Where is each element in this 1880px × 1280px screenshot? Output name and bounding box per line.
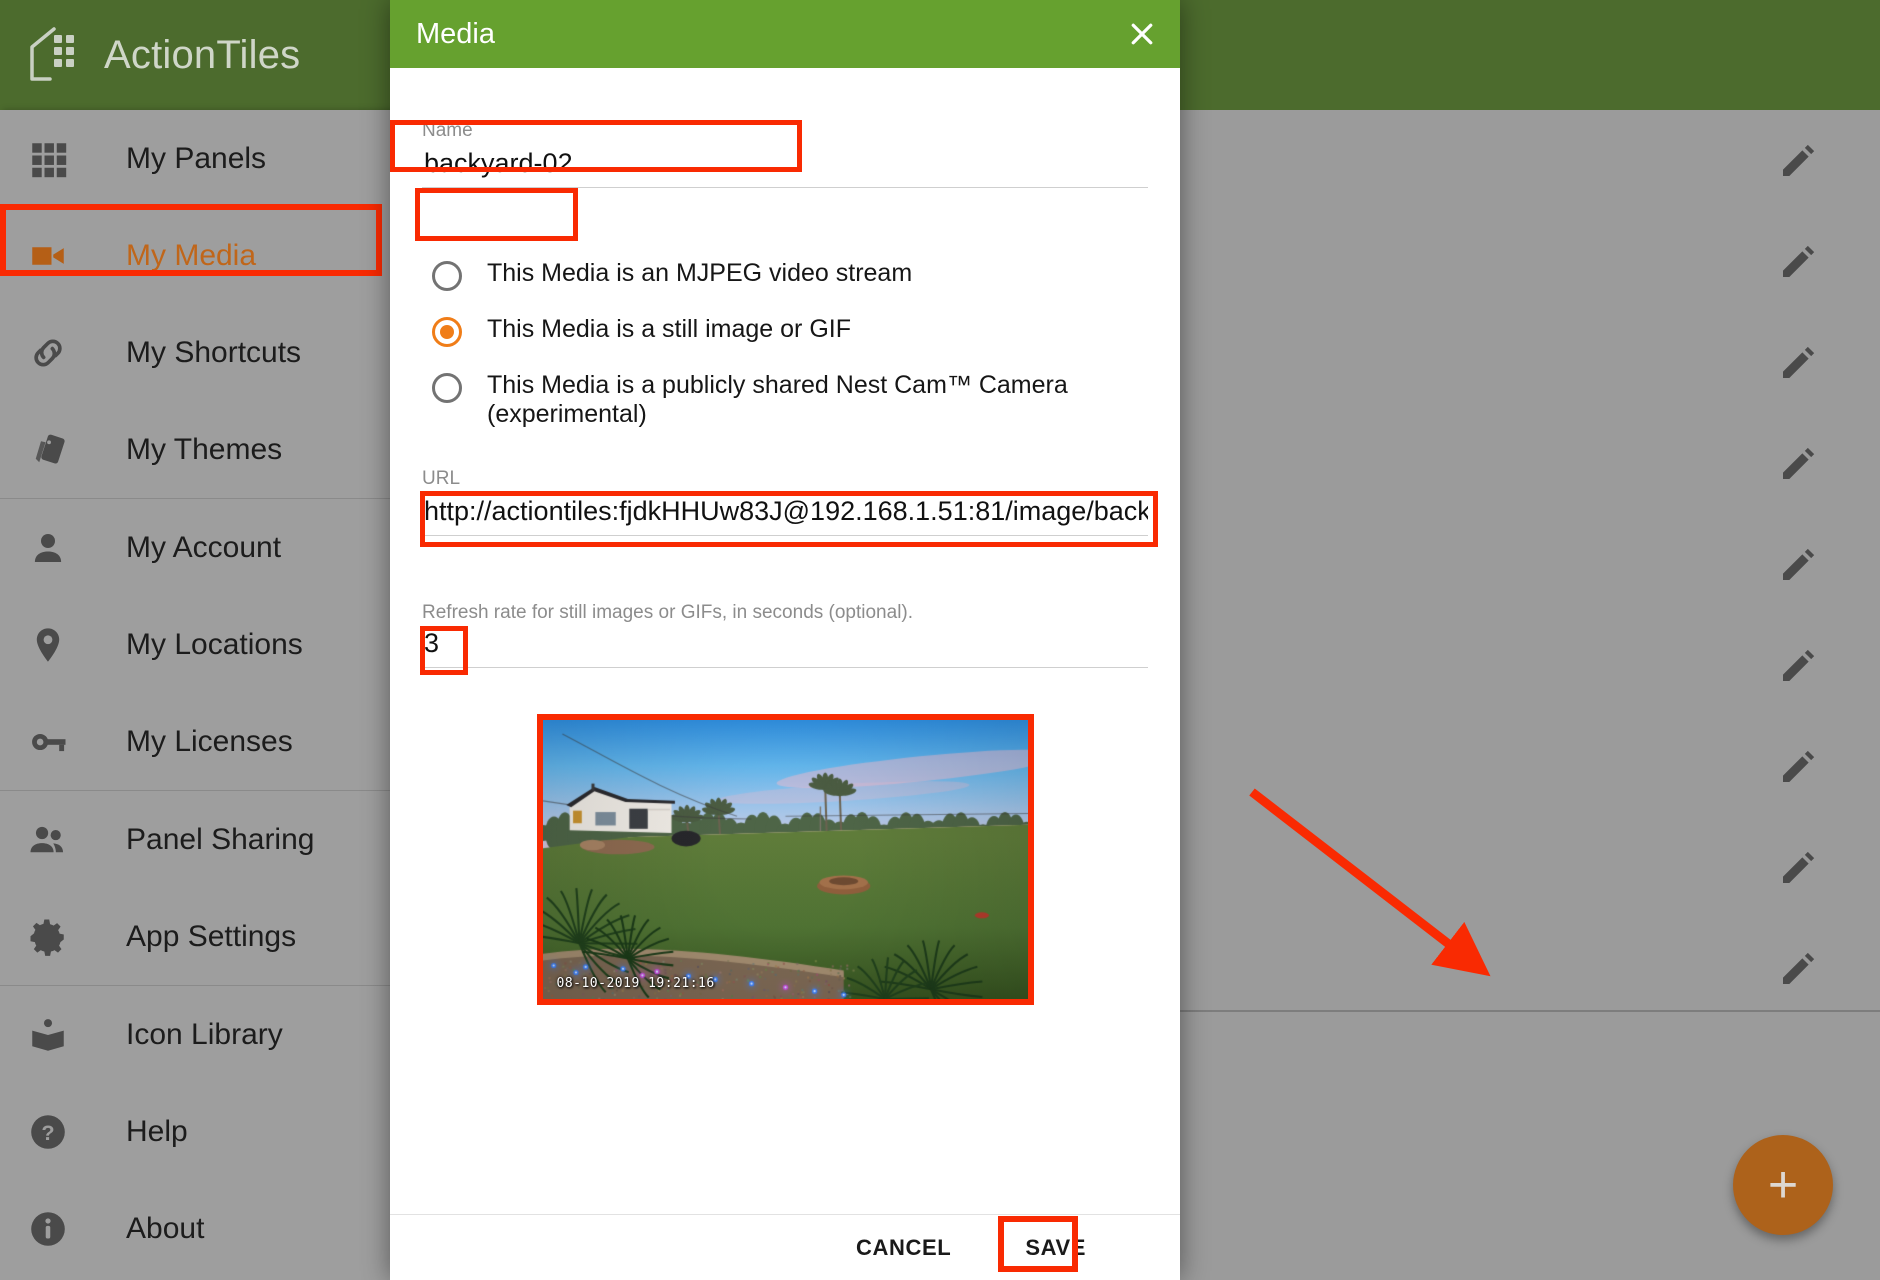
people-icon [22, 814, 74, 866]
pencil-icon[interactable] [1778, 747, 1818, 787]
media-dialog: Media Name backyard-02 This Media is an … [390, 0, 1180, 1280]
refresh-rate-input[interactable]: 3 [422, 624, 1148, 668]
sidebar-item-label: Icon Library [126, 1018, 283, 1052]
url-field-group: URL http://actiontiles:fjdkHHUw83J@192.1… [422, 468, 1148, 536]
url-value: http://actiontiles:fjdkHHUw83J@192.168.1… [422, 492, 1148, 535]
dialog-footer: CANCEL SAVE [390, 1214, 1180, 1280]
url-input[interactable]: http://actiontiles:fjdkHHUw83J@192.168.1… [422, 492, 1148, 536]
refresh-rate-value: 3 [422, 624, 1148, 667]
preview-image [543, 720, 1028, 999]
sidebar-item-label: My Themes [126, 433, 282, 467]
url-label: URL [422, 468, 1148, 490]
radio-selected-icon [432, 317, 462, 347]
radio-icon [432, 261, 462, 291]
pencil-icon[interactable] [1778, 444, 1818, 484]
plus-icon: + [1768, 1165, 1798, 1205]
key-icon [22, 716, 74, 768]
refresh-rate-group: Refresh rate for still images or GIFs, i… [422, 602, 1148, 668]
person-icon [22, 522, 74, 574]
dialog-title: Media [416, 18, 1122, 51]
dialog-body: Name backyard-02 This Media is an MJPEG … [390, 68, 1180, 1214]
app-brand-title: ActionTiles [104, 33, 300, 78]
pencil-icon[interactable] [1778, 848, 1818, 888]
name-field-group: Name backyard-02 [422, 120, 1148, 188]
sidebar-item-label: My Account [126, 531, 281, 565]
app-root: ActionTiles + My Panels My Media My Shortc… [0, 0, 1880, 1280]
palette-cards-icon [22, 424, 74, 476]
radio-label: This Media is a still image or GIF [487, 311, 851, 344]
close-icon[interactable] [1122, 14, 1162, 54]
pencil-icon[interactable] [1778, 242, 1818, 282]
refresh-rate-hint: Refresh rate for still images or GIFs, i… [422, 602, 1148, 624]
name-value: backyard-02 [422, 144, 1148, 187]
radio-label: This Media is an MJPEG video stream [487, 255, 912, 288]
radio-label: This Media is a publicly shared Nest Cam… [487, 367, 1148, 429]
sidebar-item-label: My Shortcuts [126, 336, 301, 370]
pencil-icon[interactable] [1778, 343, 1818, 383]
sidebar-item-label: My Panels [126, 142, 266, 176]
sidebar-item-label: My Locations [126, 628, 303, 662]
name-highlight-box [415, 188, 578, 241]
book-icon [22, 1009, 74, 1061]
save-button[interactable]: SAVE [1005, 1225, 1106, 1271]
question-circle-icon: ? [22, 1106, 74, 1158]
sidebar-item-label: Panel Sharing [126, 823, 314, 857]
gear-icon [22, 911, 74, 963]
name-input[interactable]: backyard-02 [422, 144, 1148, 188]
house-grid-logo-icon [26, 25, 82, 85]
add-media-fab[interactable]: + [1733, 1135, 1833, 1235]
media-preview: 08-10-2019 19:21:16 [543, 720, 1028, 999]
sidebar-item-label: My Licenses [126, 725, 293, 759]
radio-option-nest-cam[interactable]: This Media is a publicly shared Nest Cam… [422, 364, 1148, 432]
pencil-icon[interactable] [1778, 646, 1818, 686]
cancel-button[interactable]: CANCEL [836, 1225, 971, 1271]
radio-option-mjpeg[interactable]: This Media is an MJPEG video stream [422, 252, 1148, 308]
pencil-icon[interactable] [1778, 949, 1818, 989]
radio-icon [432, 373, 462, 403]
name-label: Name [422, 120, 1148, 142]
sidebar-item-label: Help [126, 1115, 188, 1149]
dialog-header: Media [390, 0, 1180, 68]
save-button-wrap: SAVE [1005, 1225, 1106, 1271]
video-camera-icon [22, 230, 74, 282]
sidebar-item-label: App Settings [126, 920, 296, 954]
preview-timestamp: 08-10-2019 19:21:16 [557, 976, 715, 991]
map-pin-icon [22, 619, 74, 671]
sidebar-item-label: About [126, 1212, 204, 1246]
pencil-icon[interactable] [1778, 545, 1818, 585]
svg-text:?: ? [41, 1120, 54, 1145]
sidebar-item-label: My Media [126, 239, 256, 273]
pencil-icon[interactable] [1778, 141, 1818, 181]
info-circle-icon [22, 1203, 74, 1255]
grid-icon [22, 133, 74, 185]
media-type-radio-group: This Media is an MJPEG video stream This… [422, 252, 1148, 432]
radio-option-still-image[interactable]: This Media is a still image or GIF [422, 308, 1148, 364]
link-icon [22, 327, 74, 379]
